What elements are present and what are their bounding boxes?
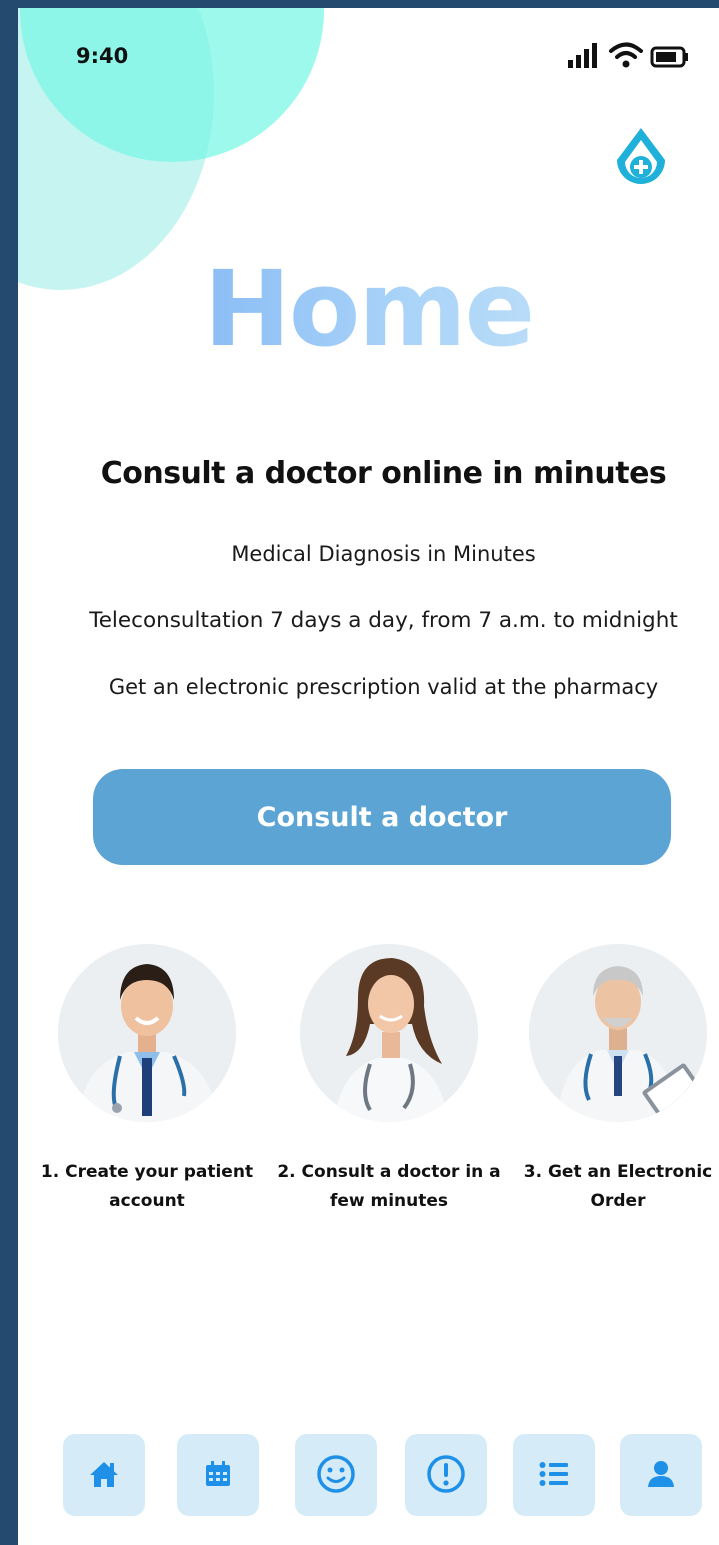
page-title: Home	[18, 248, 719, 370]
user-icon	[647, 1460, 675, 1491]
alert-icon	[426, 1454, 466, 1497]
doctor-avatar	[300, 944, 478, 1122]
list-icon	[539, 1461, 569, 1490]
medical-logo-icon	[610, 126, 672, 192]
doctor-avatar	[58, 944, 236, 1122]
step-label: 2. Consult a doctor in a few minutes	[277, 1162, 501, 1211]
nav-list-button[interactable]	[513, 1434, 595, 1516]
nav-calendar-button[interactable]	[177, 1434, 259, 1516]
hero-line-prescription: Get an electronic prescription valid at …	[108, 675, 659, 699]
wifi-icon	[608, 40, 644, 74]
status-icons	[566, 38, 706, 72]
nav-alerts-button[interactable]	[405, 1434, 487, 1516]
nav-profile-button[interactable]	[620, 1434, 702, 1516]
nav-home-button[interactable]	[63, 1434, 145, 1516]
step-label: 1. Create your patient account	[40, 1162, 254, 1211]
step-card: 1. Create your patient account	[27, 944, 267, 1216]
hero-line-diagnosis: Medical Diagnosis in Minutes	[231, 542, 536, 566]
signal-icon	[566, 42, 602, 74]
step-card: 2. Consult a doctor in a few minutes	[269, 944, 509, 1216]
smiley-icon	[316, 1454, 356, 1497]
hero-line-hours: Teleconsultation 7 days a day, from 7 a.…	[89, 608, 678, 633]
status-time: 9:40	[76, 44, 129, 68]
step-card: 3. Get an Electronic Order	[498, 944, 719, 1216]
nav-wellbeing-button[interactable]	[295, 1434, 377, 1516]
battery-icon	[650, 46, 690, 72]
hero-headline: Consult a doctor online in minutes	[100, 456, 667, 491]
step-label: 3. Get an Electronic Order	[523, 1162, 713, 1211]
doctor-avatar	[529, 944, 707, 1122]
bottom-navigation	[18, 1434, 719, 1516]
home-icon	[89, 1460, 119, 1491]
app-screen: 9:40 Home Consult a doctor online in min…	[18, 8, 719, 1545]
consult-doctor-button[interactable]: Consult a doctor	[93, 769, 671, 865]
calendar-icon	[204, 1460, 232, 1491]
